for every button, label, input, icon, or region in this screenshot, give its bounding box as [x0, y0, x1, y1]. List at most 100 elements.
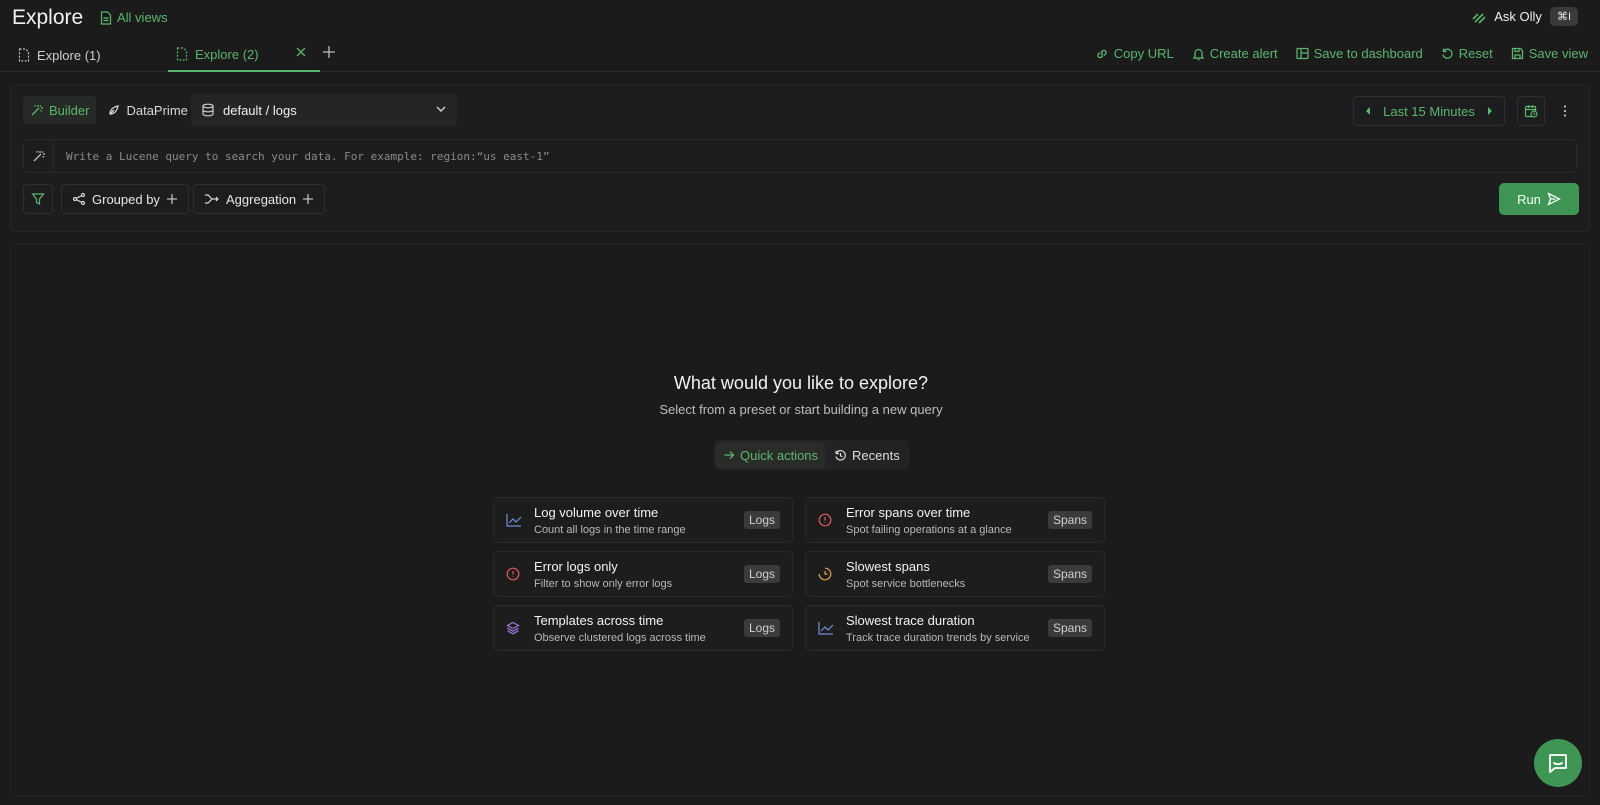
bell-icon — [1192, 47, 1205, 61]
all-views-link[interactable]: All views — [100, 10, 168, 25]
ask-olly-shortcut: ⌘I — [1549, 7, 1578, 26]
query-input[interactable] — [54, 140, 1576, 172]
aggregation-label: Aggregation — [226, 191, 297, 207]
add-tab-icon[interactable] — [322, 45, 336, 62]
line-chart-icon — [818, 621, 834, 635]
preset-badge: Logs — [743, 565, 780, 583]
close-tab-icon[interactable] — [296, 47, 306, 57]
query-editor — [23, 139, 1577, 173]
olly-logo-icon — [1472, 10, 1486, 24]
dashed-document-icon — [176, 47, 188, 61]
save-view-label: Save view — [1528, 46, 1588, 61]
filter-button[interactable] — [23, 184, 53, 214]
preset-slowest-trace-duration[interactable]: Slowest trace duration Track trace durat… — [805, 605, 1105, 651]
history-icon — [834, 449, 847, 462]
calendar-clock-icon — [1524, 104, 1538, 118]
next-range-icon[interactable] — [1486, 106, 1494, 116]
grouped-by-chip[interactable]: Grouped by — [61, 184, 189, 214]
empty-state-subtitle: Select from a preset or start building a… — [659, 402, 943, 417]
ask-olly-label: Ask Olly — [1494, 9, 1542, 24]
time-range-picker: Last 15 Minutes — [1353, 96, 1505, 126]
previous-range-icon[interactable] — [1364, 106, 1372, 116]
copy-url-button[interactable]: Copy URL — [1095, 46, 1174, 61]
ask-olly-button[interactable]: Ask Olly ⌘I — [1472, 7, 1578, 26]
dataprime-mode-button[interactable]: DataPrime — [100, 96, 194, 124]
dataset-select[interactable]: default / logs — [191, 94, 457, 126]
recents-label: Recents — [852, 447, 900, 463]
aggregation-icon — [204, 192, 220, 206]
database-icon — [201, 103, 215, 117]
tab-explore-2[interactable]: Explore (2) — [168, 38, 320, 72]
all-views-label: All views — [117, 10, 168, 25]
preset-title: Log volume over time — [534, 505, 659, 520]
more-options-button[interactable] — [1551, 96, 1579, 126]
create-alert-label: Create alert — [1209, 46, 1278, 61]
time-range-label[interactable]: Last 15 Minutes — [1383, 104, 1475, 119]
empty-state-title: What would you like to explore? — [673, 373, 929, 393]
query-assist-button[interactable] — [24, 140, 54, 172]
query-mode-toggle: Builder DataPrime — [23, 96, 195, 124]
magic-wand-icon — [32, 149, 46, 163]
error-circle-icon — [506, 567, 520, 581]
save-icon — [1511, 47, 1524, 60]
dataprime-icon — [107, 103, 121, 117]
reset-button[interactable]: Reset — [1441, 46, 1493, 61]
tab-label: Explore (1) — [37, 47, 101, 63]
preset-badge: Spans — [1047, 619, 1092, 637]
preset-error-spans-over-time[interactable]: Error spans over time Spot failing opera… — [805, 497, 1105, 543]
chat-icon — [1547, 752, 1569, 774]
preset-segment-control: Quick actions Recents — [714, 440, 909, 470]
preset-slowest-spans[interactable]: Slowest spans Spot service bottlenecks S… — [805, 551, 1105, 597]
layers-icon — [506, 621, 520, 635]
chat-support-button[interactable] — [1534, 739, 1582, 787]
clock-icon — [818, 567, 832, 581]
tabs-bar: Explore (1) Explore (2) Copy URL Create … — [0, 38, 1600, 72]
reset-label: Reset — [1458, 46, 1493, 61]
plus-icon[interactable] — [166, 193, 178, 205]
preset-badge: Spans — [1047, 565, 1092, 583]
preset-error-logs-only[interactable]: Error logs only Filter to show only erro… — [493, 551, 793, 597]
preset-title: Error spans over time — [846, 505, 971, 520]
preset-badge: Logs — [743, 511, 780, 529]
quick-actions-tab[interactable]: Quick actions — [716, 442, 826, 468]
chevron-down-icon — [435, 103, 447, 115]
run-button[interactable]: Run — [1499, 183, 1579, 215]
reset-icon — [1441, 47, 1454, 60]
run-label: Run — [1517, 191, 1541, 207]
document-icon — [100, 10, 112, 25]
copy-url-label: Copy URL — [1113, 46, 1174, 61]
preset-description: Observe clustered logs across time — [534, 632, 706, 644]
calendar-clock-button[interactable] — [1517, 96, 1545, 126]
builder-mode-button[interactable]: Builder — [23, 96, 97, 124]
preset-title: Error logs only — [534, 559, 618, 574]
quick-actions-label: Quick actions — [740, 447, 819, 463]
preset-log-volume-over-time[interactable]: Log volume over time Count all logs in t… — [493, 497, 793, 543]
tab-explore-1[interactable]: Explore (1) — [18, 38, 101, 72]
preset-badge: Logs — [743, 619, 780, 637]
preset-templates-across-time[interactable]: Templates across time Observe clustered … — [493, 605, 793, 651]
save-to-dashboard-label: Save to dashboard — [1313, 46, 1423, 61]
save-view-button[interactable]: Save view — [1511, 46, 1588, 61]
top-bar: Explore All views Ask Olly ⌘I — [0, 0, 1600, 36]
arrow-right-icon — [723, 449, 735, 461]
aggregation-chip[interactable]: Aggregation — [193, 184, 326, 214]
create-alert-button[interactable]: Create alert — [1192, 46, 1278, 61]
plus-icon[interactable] — [302, 193, 314, 205]
results-panel: What would you like to explore? Select f… — [10, 244, 1590, 796]
dashboard-icon — [1295, 47, 1309, 60]
more-vertical-icon — [1563, 104, 1567, 118]
recents-tab[interactable]: Recents — [827, 442, 907, 468]
line-chart-icon — [506, 513, 522, 527]
preset-description: Track trace duration trends by service — [846, 632, 1030, 644]
send-icon — [1547, 192, 1561, 206]
group-icon — [72, 192, 86, 206]
preset-description: Spot service bottlenecks — [846, 578, 966, 590]
preset-description: Filter to show only error logs — [534, 578, 673, 590]
preset-title: Slowest trace duration — [846, 613, 975, 628]
preset-description: Spot failing operations at a glance — [846, 524, 1012, 536]
save-to-dashboard-button[interactable]: Save to dashboard — [1295, 46, 1423, 61]
preset-badge: Spans — [1047, 511, 1092, 529]
tab-label: Explore (2) — [195, 46, 259, 62]
dataprime-mode-label: DataPrime — [126, 102, 188, 118]
dashed-document-icon — [18, 48, 30, 62]
